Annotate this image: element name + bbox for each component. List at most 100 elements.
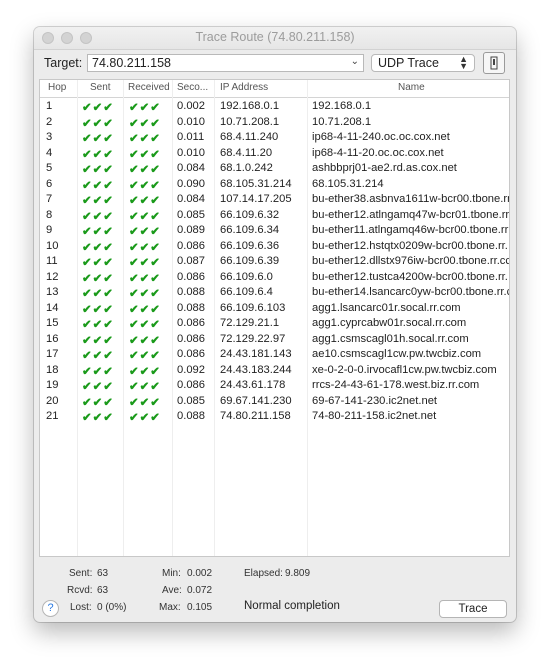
column-header-name[interactable]: Name <box>398 82 425 93</box>
max-value: 0.105 <box>187 602 213 613</box>
hop-cell: 20 <box>46 394 59 407</box>
sent-checks: ✔✔✔ <box>82 117 114 130</box>
host-name-cell: bu-ether12.dllstx976iw-bcr00.tbone.rr.cc <box>312 255 510 267</box>
seconds-cell: 0.010 <box>177 146 205 159</box>
trace-mode-value: UDP Trace <box>378 56 439 70</box>
received-checks: ✔✔✔ <box>129 381 161 393</box>
received-checks: ✔✔✔ <box>129 179 161 192</box>
table-row[interactable]: 16 ✔✔✔ ✔✔✔ 0.086 72.129.22.97 agg1.csmscagl01… <box>40 332 509 348</box>
table-row[interactable]: 10 ✔✔✔ ✔✔✔ 0.086 66.109.6.36 bu-ether12.hstqt… <box>40 239 509 255</box>
sent-label: Sent: <box>69 568 93 579</box>
host-name-cell: 69-67-141-230.ic2net.net <box>312 394 438 407</box>
target-combobox[interactable]: 74.80.211.158 ⌄ <box>87 54 364 72</box>
ip-address-cell: 192.168.0.1 <box>220 100 280 112</box>
ip-address-cell: 10.71.208.1 <box>220 115 280 128</box>
hop-cell: 4 <box>46 146 53 159</box>
ip-address-cell: 68.105.31.214 <box>220 177 292 190</box>
ip-address-cell: 72.129.21.1 <box>220 317 280 329</box>
seconds-cell: 0.092 <box>177 363 205 376</box>
table-row[interactable]: 8 ✔✔✔ ✔✔✔ 0.085 66.109.6.32 bu-ether12.atlnga… <box>40 208 509 224</box>
table-row[interactable]: 2 ✔✔✔ ✔✔✔ 0.010 10.71.208.1 10.71.208.1 <box>40 115 509 131</box>
ave-value: 0.072 <box>187 585 213 596</box>
seconds-cell: 0.084 <box>177 162 205 174</box>
chevron-down-icon[interactable]: ⌄ <box>351 56 359 67</box>
elapsed-label: Elapsed: <box>244 568 283 579</box>
up-down-chevron-icon: ▲ ▼ <box>459 54 468 71</box>
seconds-cell: 0.089 <box>177 224 205 236</box>
received-checks: ✔✔✔ <box>129 210 161 223</box>
table-row[interactable]: 12 ✔✔✔ ✔✔✔ 0.086 66.109.6.0 bu-ether12.tustca… <box>40 270 509 286</box>
sent-checks: ✔✔✔ <box>82 350 114 362</box>
host-name-cell: agg1.lsancarc01r.socal.rr.com <box>312 301 461 314</box>
panel-icon <box>490 56 498 70</box>
seconds-cell: 0.086 <box>177 270 205 283</box>
sent-checks: ✔✔✔ <box>82 334 114 347</box>
table-row[interactable]: 7 ✔✔✔ ✔✔✔ 0.084 107.14.17.205 bu-ether38.asbn… <box>40 192 509 208</box>
hop-cell: 12 <box>46 270 59 283</box>
table-row[interactable]: 18 ✔✔✔ ✔✔✔ 0.092 24.43.183.244 xe-0-2-0-0.irv… <box>40 363 509 379</box>
seconds-cell: 0.087 <box>177 255 205 267</box>
table-row[interactable]: 13 ✔✔✔ ✔✔✔ 0.088 66.109.6.4 bu-ether14.lsanca… <box>40 285 509 301</box>
ip-address-cell: 66.109.6.32 <box>220 208 280 221</box>
column-header-hop[interactable]: Hop <box>48 82 66 93</box>
hop-cell: 5 <box>46 162 53 174</box>
table-row[interactable]: 9 ✔✔✔ ✔✔✔ 0.089 66.109.6.34 bu-ether11.atlnga… <box>40 223 509 239</box>
column-header-received[interactable]: Received <box>128 82 170 93</box>
received-checks: ✔✔✔ <box>129 303 161 316</box>
sent-checks: ✔✔✔ <box>82 179 114 192</box>
seconds-cell: 0.084 <box>177 193 205 205</box>
sent-checks: ✔✔✔ <box>82 412 114 424</box>
target-label: Target: <box>44 56 83 70</box>
host-name-cell: ashbbprj01-ae2.rd.as.cox.net <box>312 162 457 174</box>
host-name-cell: 10.71.208.1 <box>312 115 372 128</box>
hop-cell: 18 <box>46 363 59 376</box>
table-row[interactable]: 6 ✔✔✔ ✔✔✔ 0.090 68.105.31.214 68.105.31.214 <box>40 177 509 193</box>
table-row[interactable]: 1 ✔✔✔ ✔✔✔ 0.002 192.168.0.1 192.168.0.1 <box>40 99 509 115</box>
hop-cell: 2 <box>46 115 53 128</box>
table-row[interactable]: 15 ✔✔✔ ✔✔✔ 0.086 72.129.21.1 agg1.cyprcabw01r… <box>40 316 509 332</box>
table-row[interactable]: 20 ✔✔✔ ✔✔✔ 0.085 69.67.141.230 69-67-141-230.… <box>40 394 509 410</box>
max-label: Max: <box>159 602 181 613</box>
target-input[interactable]: 74.80.211.158 <box>92 56 171 70</box>
column-header-ip-address[interactable]: IP Address <box>220 82 268 93</box>
host-name-cell: ae10.csmscagl1cw.pw.twcbiz.com <box>312 348 482 360</box>
host-name-cell: bu-ether38.asbnva1611w-bcr00.tbone.rr <box>312 193 510 205</box>
trace-results-table[interactable]: Hop Sent Received Seco... IP Address Nam… <box>39 79 510 557</box>
sent-checks: ✔✔✔ <box>82 272 114 285</box>
ip-address-cell: 66.109.6.4 <box>220 286 273 298</box>
seconds-cell: 0.010 <box>177 115 205 128</box>
ip-address-cell: 69.67.141.230 <box>220 394 292 407</box>
sent-checks: ✔✔✔ <box>82 226 114 238</box>
trace-mode-select[interactable]: UDP Trace ▲ ▼ <box>371 54 475 72</box>
hop-cell: 6 <box>46 177 53 190</box>
received-checks: ✔✔✔ <box>129 241 161 254</box>
inspector-toggle-button[interactable] <box>483 52 505 74</box>
ip-address-cell: 24.43.181.143 <box>220 348 292 360</box>
sent-checks: ✔✔✔ <box>82 241 114 254</box>
trace-button[interactable]: Trace <box>439 600 507 618</box>
host-name-cell: bu-ether12.hstqtx0209w-bcr00.tbone.rr. <box>312 239 508 252</box>
received-checks: ✔✔✔ <box>129 334 161 347</box>
column-header-sent[interactable]: Sent <box>90 82 111 93</box>
table-row[interactable]: 5 ✔✔✔ ✔✔✔ 0.084 68.1.0.242 ashbbprj01-ae2.rd.… <box>40 161 509 177</box>
title-bar: Trace Route (74.80.211.158) <box>34 27 516 50</box>
seconds-cell: 0.086 <box>177 379 205 391</box>
received-checks: ✔✔✔ <box>129 365 161 378</box>
window-title: Trace Route (74.80.211.158) <box>195 30 355 44</box>
table-row[interactable]: 19 ✔✔✔ ✔✔✔ 0.086 24.43.61.178 rrcs-24-43-61-1… <box>40 378 509 394</box>
stats-panel: Sent: 63 Rcvd: 63 Lost: 0 (0%) Min: 0.00… <box>34 562 516 622</box>
sent-checks: ✔✔✔ <box>82 365 114 378</box>
hop-cell: 10 <box>46 239 59 252</box>
host-name-cell: ip68-4-11-240.oc.oc.cox.net <box>312 131 450 143</box>
column-header-seconds[interactable]: Seco... <box>177 82 208 93</box>
table-row[interactable]: 3 ✔✔✔ ✔✔✔ 0.011 68.4.11.240 ip68-4-11-240.oc.… <box>40 130 509 146</box>
received-checks: ✔✔✔ <box>129 412 161 424</box>
table-row[interactable]: 4 ✔✔✔ ✔✔✔ 0.010 68.4.11.20 ip68-4-11-20.oc.oc… <box>40 146 509 162</box>
table-row[interactable]: 14 ✔✔✔ ✔✔✔ 0.088 66.109.6.103 agg1.lsancarc01… <box>40 301 509 317</box>
table-row[interactable]: 21 ✔✔✔ ✔✔✔ 0.088 74.80.211.158 74-80-211-158.… <box>40 409 509 425</box>
ip-address-cell: 72.129.22.97 <box>220 332 286 345</box>
host-name-cell: ip68-4-11-20.oc.oc.cox.net <box>312 146 444 159</box>
table-row[interactable]: 17 ✔✔✔ ✔✔✔ 0.086 24.43.181.143 ae10.csmscagl1… <box>40 347 509 363</box>
table-row[interactable]: 11 ✔✔✔ ✔✔✔ 0.087 66.109.6.39 bu-ether12.dllst… <box>40 254 509 270</box>
help-button[interactable]: ? <box>42 600 59 617</box>
